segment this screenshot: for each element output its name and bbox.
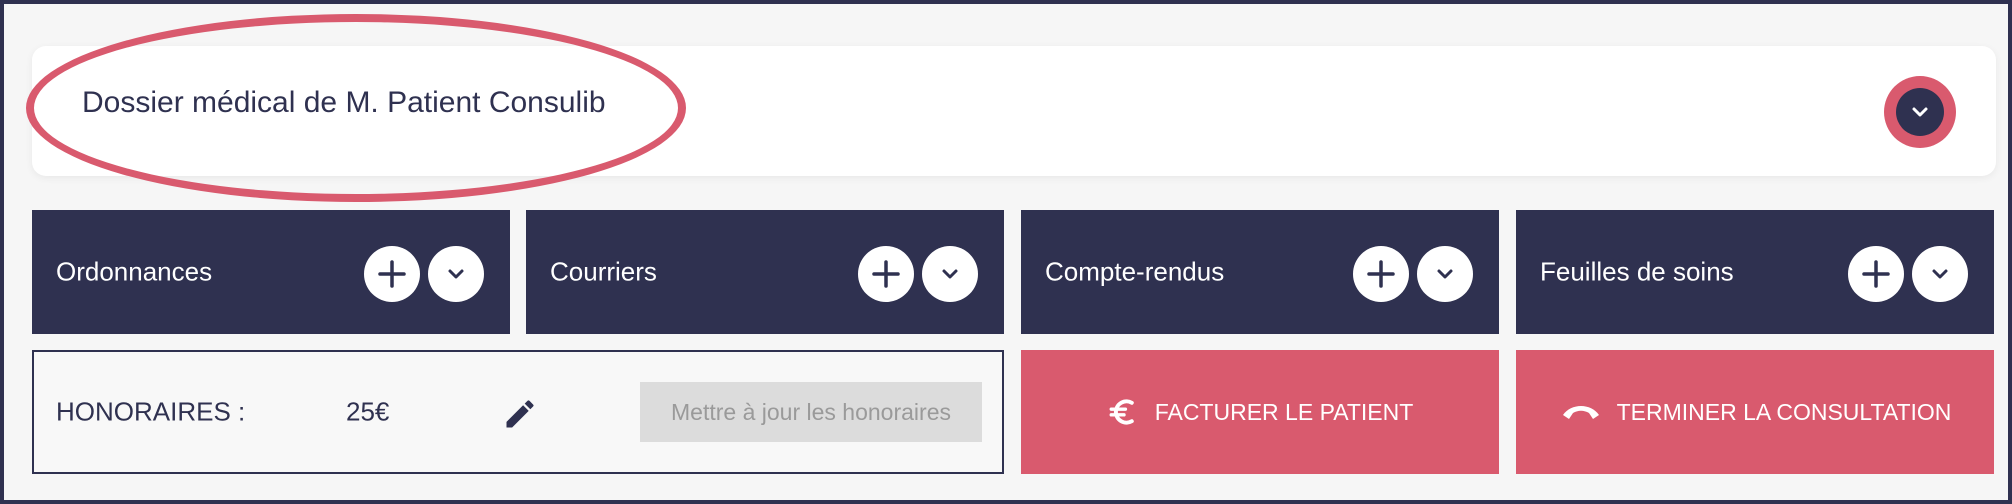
expand-button-highlight: [1884, 76, 1956, 148]
section-courriers: Courriers: [526, 210, 1004, 334]
end-consultation-button[interactable]: TERMINER LA CONSULTATION: [1516, 350, 1994, 474]
add-feuille-de-soins-button[interactable]: [1848, 246, 1904, 302]
plus-icon: [1367, 260, 1395, 288]
chevron-down-icon: [448, 269, 464, 279]
fees-panel: HONORAIRES : 25€ Mettre à jour les honor…: [32, 350, 1004, 474]
chevron-down-icon: [942, 269, 958, 279]
expand-ordonnances-button[interactable]: [428, 246, 484, 302]
bill-patient-label: FACTURER LE PATIENT: [1154, 398, 1414, 425]
expand-compte-rendus-button[interactable]: [1417, 246, 1473, 302]
add-courrier-button[interactable]: [858, 246, 914, 302]
end-consultation-label: TERMINER LA CONSULTATION: [1616, 398, 1952, 425]
app-frame: Dossier médical de M. Patient Consulib O…: [0, 0, 2012, 504]
expand-feuilles-de-soins-button[interactable]: [1912, 246, 1968, 302]
plus-icon: [378, 260, 406, 288]
expand-record-button[interactable]: [1896, 88, 1944, 136]
medical-record-header: Dossier médical de M. Patient Consulib: [32, 46, 1996, 176]
section-label: Feuilles de soins: [1540, 256, 1734, 287]
fees-label: HONORAIRES :: [56, 396, 246, 427]
chevron-down-icon: [1437, 269, 1453, 279]
edit-fees-button[interactable]: [502, 396, 538, 432]
euro-icon: [1107, 395, 1141, 429]
hang-up-phone-icon: [1559, 400, 1603, 424]
fees-amount: 25€: [346, 396, 390, 427]
section-compte-rendus: Compte-rendus: [1021, 210, 1499, 334]
plus-icon: [872, 260, 900, 288]
section-label: Ordonnances: [56, 256, 213, 287]
section-label: Compte-rendus: [1045, 256, 1225, 287]
bill-patient-button[interactable]: FACTURER LE PATIENT: [1021, 350, 1499, 474]
section-feuilles-de-soins: Feuilles de soins: [1516, 210, 1994, 334]
plus-icon: [1862, 260, 1890, 288]
chevron-down-icon: [1912, 107, 1928, 117]
add-ordonnance-button[interactable]: [364, 246, 420, 302]
section-ordonnances: Ordonnances: [32, 210, 510, 334]
update-fees-button[interactable]: Mettre à jour les honoraires: [640, 382, 982, 442]
chevron-down-icon: [1932, 269, 1948, 279]
section-label: Courriers: [550, 256, 657, 287]
expand-courriers-button[interactable]: [922, 246, 978, 302]
medical-record-title: Dossier médical de M. Patient Consulib: [82, 86, 606, 119]
add-compte-rendu-button[interactable]: [1353, 246, 1409, 302]
pencil-icon: [506, 400, 534, 428]
